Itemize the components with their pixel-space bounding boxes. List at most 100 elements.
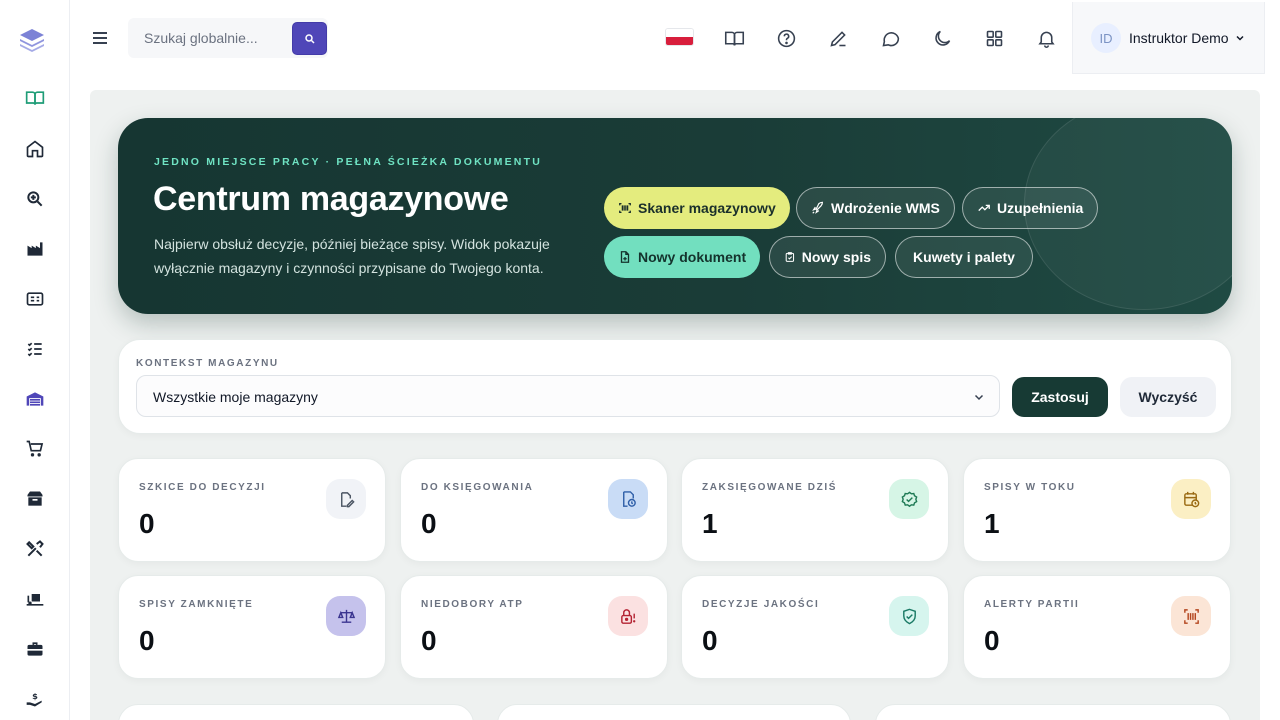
home-icon [26,140,44,158]
docs-button[interactable] [722,26,746,50]
page-title: Centrum magazynowe [153,180,509,218]
moon-icon [934,30,950,46]
stat-label: DO KSIĘGOWANIA [421,482,534,493]
user-menu[interactable]: ID Instruktor Demo [1072,2,1265,74]
wms-rollout-button[interactable]: Wdrożenie WMS [796,187,955,229]
chevron-down-icon [1236,35,1244,41]
warehouse-select[interactable]: Wszystkie moje magazyny [136,375,1000,417]
scanner-button-label: Skaner magazynowy [638,200,776,216]
stat-card-quality-decisions[interactable]: DECYZJE JAKOŚCI 0 [681,575,949,679]
language-flag-pl[interactable] [666,29,693,45]
stat-label: ZAKSIĘGOWANE DZIŚ [702,482,837,493]
stat-card-posted-today[interactable]: ZAKSIĘGOWANE DZIŚ 1 [681,458,949,562]
apply-button[interactable]: Zastosuj [1012,377,1108,417]
stat-card-counts-closed[interactable]: SPISY ZAMKNIĘTE 0 [118,575,386,679]
sidebar-item-inventory[interactable] [19,483,51,515]
stat-label: NIEDOBORY ATP [421,599,524,610]
bins-pallets-button[interactable]: Kuwety i palety [895,236,1033,278]
stat-card-drafts[interactable]: SZKICE DO DECYZJI 0 [118,458,386,562]
calendar-clock-icon [1171,479,1211,519]
clipboard-check-icon [785,252,795,262]
sidebar-item-home[interactable] [19,133,51,165]
new-count-button-label: Nowy spis [801,249,871,265]
theme-toggle-button[interactable] [930,26,954,50]
sidebar-item-docs[interactable] [19,82,51,114]
search-icon [304,33,315,44]
book-open-icon [25,91,45,105]
sidebar-item-search[interactable] [19,183,51,215]
hero-banner: JEDNO MIEJSCE PRACY · PEŁNA ŚCIEŻKA DOKU… [118,118,1232,314]
notes-button[interactable] [826,26,850,50]
apps-button[interactable] [982,26,1006,50]
sidebar-item-cards[interactable] [19,283,51,315]
grid-icon [986,30,1002,46]
warehouse-context-label: KONTEKST MAGAZYNU [136,358,279,369]
panel-card [875,704,1231,720]
stat-value: 0 [421,625,437,656]
hamburger-icon [93,32,107,44]
trend-icon [978,204,990,212]
stat-value: 0 [421,508,437,539]
stat-card-counts-in-progress[interactable]: SPISY W TOKU 1 [963,458,1231,562]
scale-icon [326,596,366,636]
sidebar-item-hr[interactable] [19,633,51,665]
new-document-button[interactable]: Nowy dokument [604,236,761,278]
menu-toggle-button[interactable] [88,26,112,50]
new-document-button-label: Nowy dokument [638,249,747,265]
help-button[interactable] [774,26,798,50]
id-card-icon [26,292,44,306]
search-button[interactable] [292,22,327,55]
hand-coin-icon: $ [26,691,42,707]
clear-button[interactable]: Wyczyść [1120,377,1216,417]
sidebar-item-tools[interactable] [19,533,51,565]
sidebar-item-warehouse[interactable] [19,383,51,415]
stat-value: 1 [984,508,1000,539]
stat-label: DECYZJE JAKOŚCI [702,599,820,610]
app-logo-icon[interactable] [18,26,46,54]
badge-check-icon [889,479,929,519]
rocket-icon [812,201,823,214]
scan-barcode-icon [1171,596,1211,636]
search-plus-icon [27,191,43,207]
warehouse-select-value: Wszystkie moje magazyny [153,389,318,405]
file-clock-icon [608,479,648,519]
stat-label: SPISY W TOKU [984,482,1076,493]
stat-card-batch-alerts[interactable]: ALERTY PARTII 0 [963,575,1231,679]
book-icon [724,31,744,46]
chat-button[interactable] [878,26,902,50]
truck-loading-icon [26,594,44,606]
list-check-icon [27,342,42,357]
file-edit-icon [326,479,366,519]
bell-icon [1037,31,1055,48]
notifications-button[interactable] [1034,26,1058,50]
topbar: ID Instruktor Demo [70,0,1280,76]
stat-value: 1 [702,508,718,539]
hero-eyebrow: JEDNO MIEJSCE PRACY · PEŁNA ŚCIEŻKA DOKU… [154,156,542,168]
box-icon [27,491,43,506]
scanner-button[interactable]: Skaner magazynowy [604,187,790,229]
replenishment-button[interactable]: Uzupełnienia [962,187,1099,229]
sidebar-item-industry[interactable] [19,233,51,265]
help-circle-icon [777,29,795,47]
new-count-button[interactable]: Nowy spis [769,236,886,278]
stat-label: SPISY ZAMKNIĘTE [139,599,254,610]
sidebar-item-tasks[interactable] [19,333,51,365]
file-plus-icon [620,251,630,263]
pencil-icon [829,30,846,47]
tools-icon [26,540,44,557]
stat-card-atp-shortages[interactable]: NIEDOBORY ATP 0 [400,575,668,679]
warehouse-context-panel: KONTEKST MAGAZYNU Wszystkie moje magazyn… [118,339,1232,434]
bins-pallets-button-label: Kuwety i palety [913,249,1015,265]
stat-value: 0 [139,625,155,656]
svg-text:$: $ [32,691,38,701]
global-search-input[interactable] [128,18,292,58]
sidebar-item-sales[interactable] [19,433,51,465]
chevron-down-icon [974,394,984,401]
stat-card-to-post[interactable]: DO KSIĘGOWANIA 0 [400,458,668,562]
message-circle-icon [881,31,899,46]
panel-card [118,704,474,720]
sidebar-item-finance[interactable]: $ [19,683,51,715]
hero-description: Najpierw obsłuż decyzje, później bieżące… [154,236,550,276]
sidebar-item-logistics[interactable] [19,583,51,615]
stat-label: ALERTY PARTII [984,599,1080,610]
